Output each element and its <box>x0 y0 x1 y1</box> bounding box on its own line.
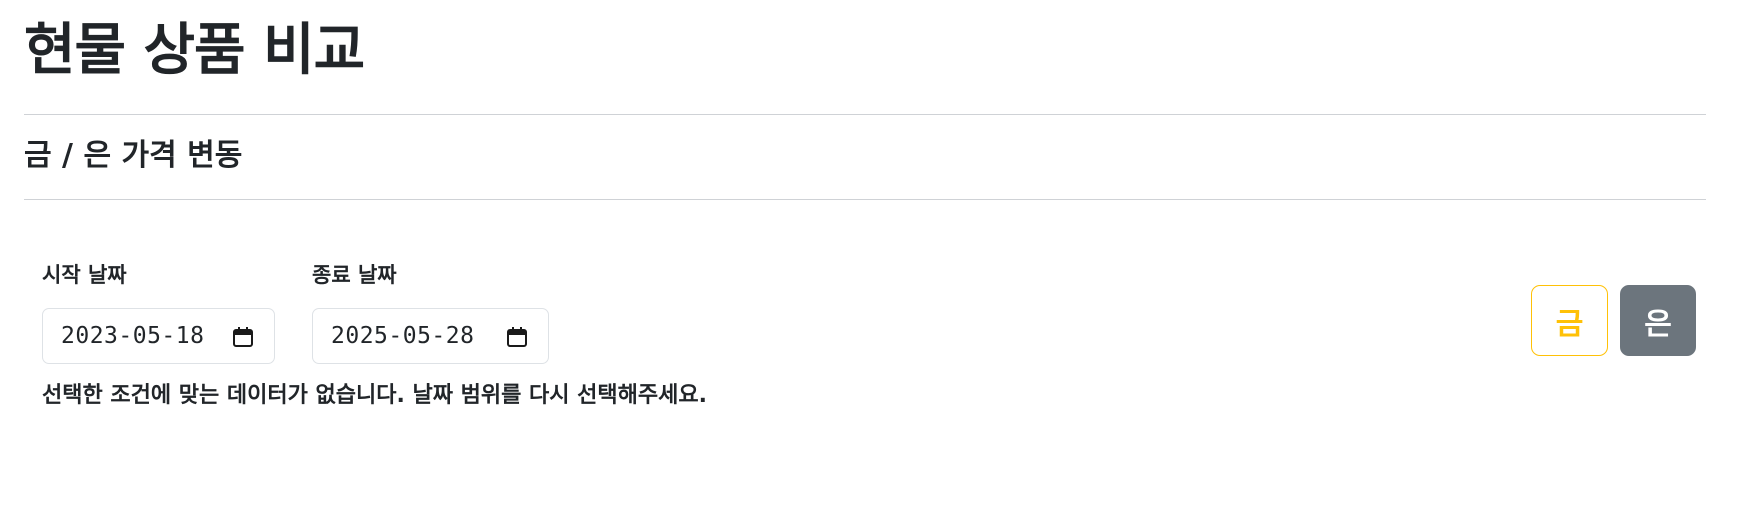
start-date-value: 2023-05-18 <box>61 323 205 349</box>
title-divider <box>24 114 1706 115</box>
empty-data-message: 선택한 조건에 맞는 데이터가 없습니다. 날짜 범위를 다시 선택해주세요. <box>42 383 707 408</box>
start-date-label: 시작 날짜 <box>42 263 127 287</box>
calendar-icon[interactable] <box>506 326 528 348</box>
end-date-label: 종료 날짜 <box>312 263 397 287</box>
section-title: 금 / 은 가격 변동 <box>24 138 243 173</box>
gold-toggle-button[interactable]: 금 <box>1531 285 1608 356</box>
page-container: 현물 상품 비교 금 / 은 가격 변동 시작 날짜 2023-05-18 종료… <box>0 0 1743 531</box>
section-divider <box>24 199 1706 200</box>
silver-toggle-button[interactable]: 은 <box>1620 285 1696 356</box>
end-date-input[interactable]: 2025-05-28 <box>312 308 549 364</box>
end-date-value: 2025-05-28 <box>331 323 475 349</box>
page-title: 현물 상품 비교 <box>24 18 365 83</box>
start-date-input[interactable]: 2023-05-18 <box>42 308 275 364</box>
calendar-icon[interactable] <box>232 326 254 348</box>
